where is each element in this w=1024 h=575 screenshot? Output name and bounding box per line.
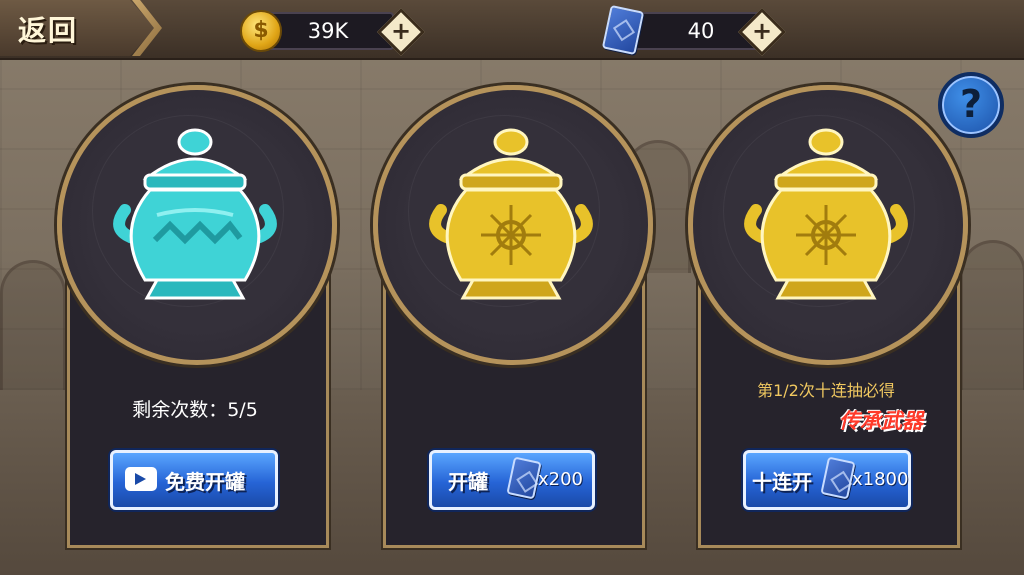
gold-value: 39K	[307, 19, 349, 43]
plus-icon: +	[390, 17, 412, 45]
free-open-button[interactable]: 免费开罐	[110, 450, 278, 510]
free-open-label: 免费开罐	[165, 470, 245, 494]
coin-icon: $	[240, 10, 282, 52]
ten-pull-label: 十连开	[752, 470, 812, 494]
open-jar-button[interactable]: 开罐 x200	[429, 450, 595, 510]
plus-icon: +	[751, 17, 773, 45]
jar-panel-free: 剩余次数：5/5 免费开罐	[57, 85, 337, 548]
open-jar-label: 开罐	[448, 470, 488, 494]
remaining-count-text: 剩余次数：5/5	[132, 399, 258, 421]
top-bar: 返回 39K $ + 40 +	[0, 0, 1024, 60]
teal-jar-icon	[113, 128, 277, 300]
open-jar-cost: x200	[538, 469, 584, 490]
jar-panel-ten: 第1/2次十连抽必得 传承武器 十连开 x1800	[688, 85, 968, 548]
card-icon	[506, 456, 542, 500]
back-button[interactable]: 返回	[0, 0, 155, 56]
background-arch	[960, 240, 1024, 393]
ten-pull-cost: x1800	[852, 469, 909, 490]
legendary-weapon-text: 传承武器	[839, 409, 923, 433]
guarantee-text: 第1/2次十连抽必得	[757, 381, 895, 400]
gold-jar-icon	[429, 128, 593, 300]
video-icon	[125, 467, 157, 491]
ten-pull-button[interactable]: 十连开 x1800	[743, 450, 911, 510]
gold-jar-icon	[744, 128, 908, 300]
jar-panel-single: 开罐 x200	[373, 85, 653, 548]
back-button-label: 返回	[18, 14, 79, 47]
card-icon	[820, 456, 856, 500]
background-arch	[0, 260, 66, 393]
